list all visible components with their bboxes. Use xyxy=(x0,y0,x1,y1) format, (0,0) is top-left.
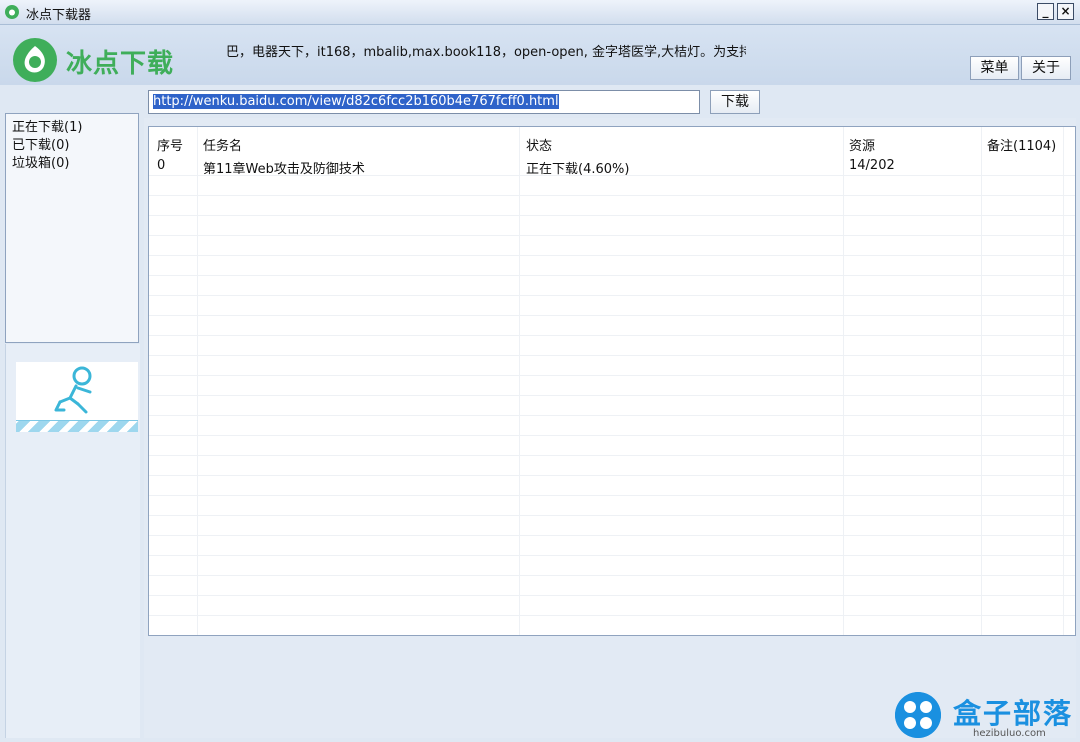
progress-stripes xyxy=(16,420,138,432)
grid-line xyxy=(197,127,198,635)
grid-line xyxy=(149,335,1075,336)
task-list[interactable]: 序号 任务名 状态 资源 备注(1104) 0 第11章Web攻击及防御技术 正… xyxy=(148,126,1076,636)
sidebar-item-downloaded[interactable]: 已下载(0) xyxy=(6,137,138,155)
category-sidebar: 正在下载(1) 已下载(0) 垃圾箱(0) xyxy=(5,113,139,343)
column-header-index[interactable]: 序号 xyxy=(157,135,183,154)
header-banner: 冰点下载 巴，电器天下，it168，mbalib,max.book118，ope… xyxy=(0,25,1080,85)
row-index: 0 xyxy=(157,158,166,173)
column-header-resource[interactable]: 资源 xyxy=(849,135,875,154)
grid-line xyxy=(149,375,1075,376)
grid-line xyxy=(149,455,1075,456)
app-icon xyxy=(5,5,19,19)
grid-line xyxy=(149,275,1075,276)
watermark-brand: 盒子部落 xyxy=(953,697,1074,730)
menu-button[interactable]: 菜单 xyxy=(970,56,1019,80)
runner-mascot-icon xyxy=(54,366,92,414)
column-header-note[interactable]: 备注(1104) xyxy=(987,135,1056,154)
grid-line xyxy=(149,195,1075,196)
url-input[interactable]: http://wenku.baidu.com/view/d82c6fcc2b16… xyxy=(148,90,700,114)
grid-line xyxy=(149,435,1075,436)
grid-line xyxy=(149,315,1075,316)
title-bar[interactable]: 冰点下载器 _ × xyxy=(0,0,1080,25)
grid-line xyxy=(149,295,1075,296)
supported-sites-marquee: 巴，电器天下，it168，mbalib,max.book118，open-ope… xyxy=(226,45,746,60)
sidebar-item-trash[interactable]: 垃圾箱(0) xyxy=(6,155,138,173)
grid-line xyxy=(149,255,1075,256)
grid-line xyxy=(149,555,1075,556)
logo-icon xyxy=(13,38,57,82)
window-title: 冰点下载器 xyxy=(26,8,92,23)
grid-line xyxy=(843,127,844,635)
grid-line xyxy=(981,127,982,635)
grid-line xyxy=(149,215,1075,216)
logo-text: 冰点下载 xyxy=(66,49,175,79)
grid-line xyxy=(149,595,1075,596)
close-button[interactable]: × xyxy=(1057,3,1074,20)
grid-line xyxy=(1063,127,1064,635)
watermark-url: hezibuluo.com xyxy=(973,728,1046,739)
grid-line xyxy=(149,535,1075,536)
column-header-name[interactable]: 任务名 xyxy=(203,135,242,154)
row-status: 正在下载(4.60%) xyxy=(526,162,630,177)
row-resource: 14/202 xyxy=(849,158,895,173)
grid-line xyxy=(519,127,520,635)
column-header-status[interactable]: 状态 xyxy=(526,135,552,154)
grid-line xyxy=(149,235,1075,236)
grid-line xyxy=(149,495,1075,496)
grid-line xyxy=(149,395,1075,396)
row-task-name: 第11章Web攻击及防御技术 xyxy=(203,162,365,177)
grid-line xyxy=(149,615,1075,616)
watermark-logo-icon xyxy=(895,692,941,738)
url-input-value: http://wenku.baidu.com/view/d82c6fcc2b16… xyxy=(153,94,559,109)
grid-line xyxy=(149,355,1075,356)
grid-line xyxy=(149,515,1075,516)
grid-line xyxy=(149,415,1075,416)
minimize-button[interactable]: _ xyxy=(1037,3,1054,20)
download-button[interactable]: 下载 xyxy=(710,90,760,114)
grid-line xyxy=(149,575,1075,576)
sidebar-item-downloading[interactable]: 正在下载(1) xyxy=(6,119,138,137)
grid-line xyxy=(149,475,1075,476)
watermark: 盒子部落 hezibuluo.com xyxy=(895,690,1077,742)
about-button[interactable]: 关于 xyxy=(1021,56,1071,80)
